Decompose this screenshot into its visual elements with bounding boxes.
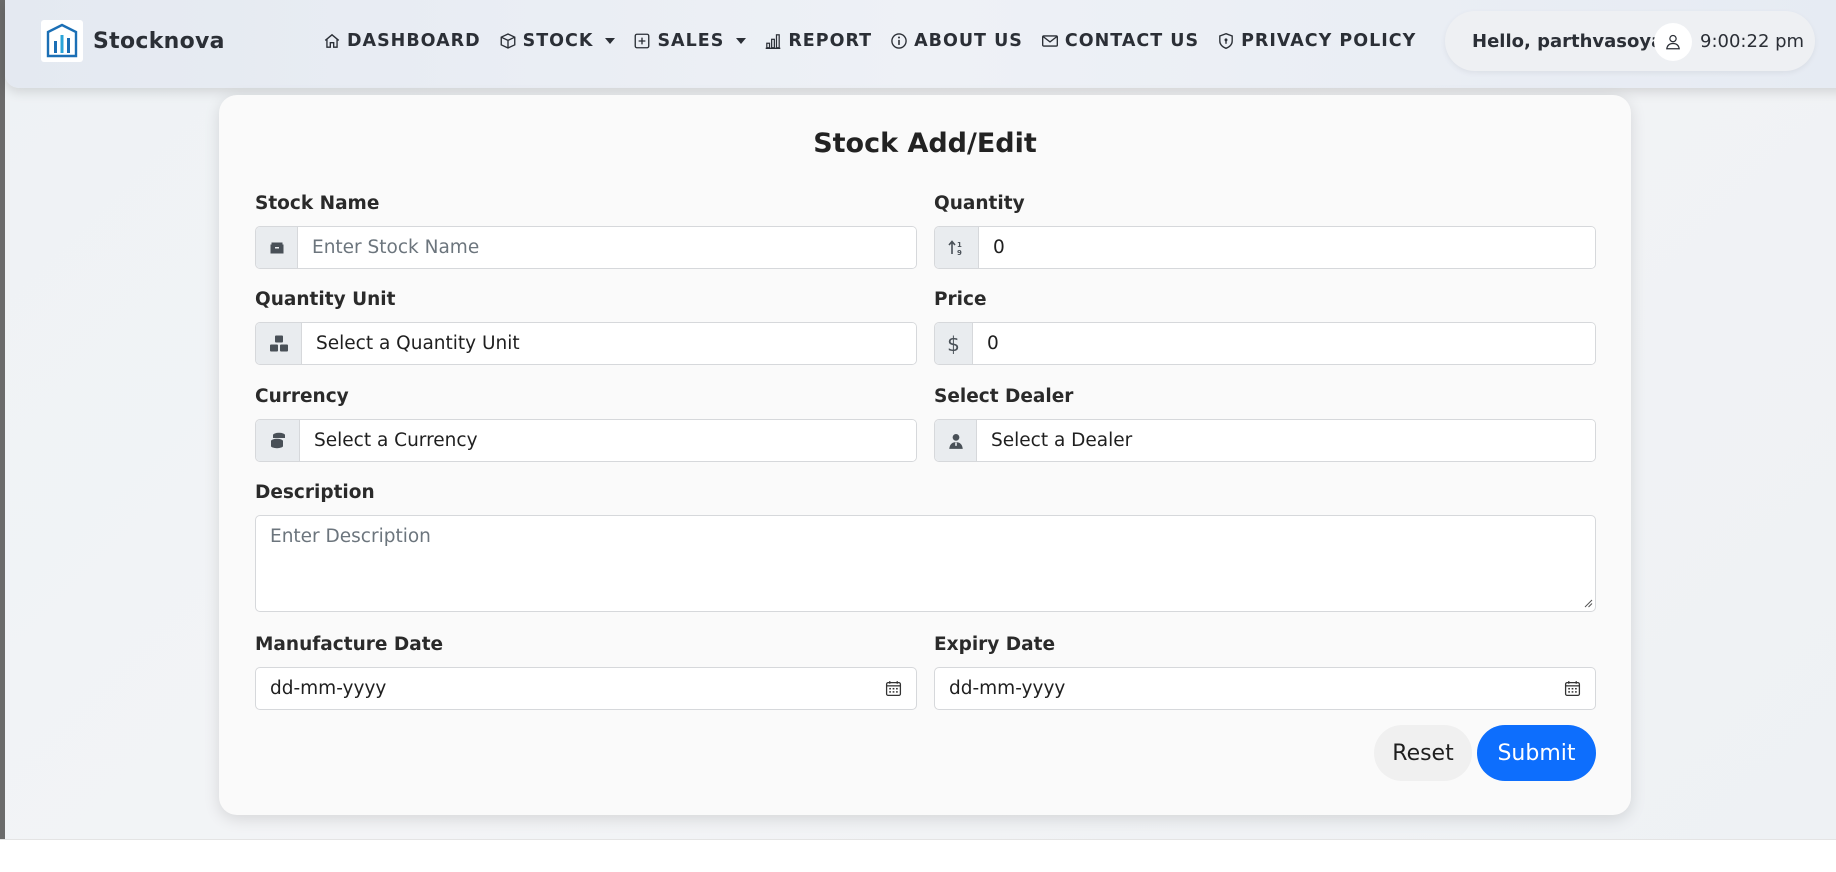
description-textarea[interactable]	[255, 515, 1596, 612]
price-label: Price	[934, 289, 987, 310]
quantity-label: Quantity	[934, 193, 1025, 214]
stock-name-group	[255, 226, 917, 269]
nav-contact-us-label: CONTACT US	[1064, 31, 1200, 51]
currency-select[interactable]: Select a Currency	[300, 420, 916, 461]
nav-stock-label: STOCK	[522, 31, 594, 51]
clock: 9:00:22 pm	[1700, 30, 1805, 52]
user-avatar-button[interactable]	[1654, 23, 1692, 61]
dealer-label: Select Dealer	[934, 386, 1074, 407]
footer-band	[0, 839, 1836, 872]
info-circle-icon	[891, 33, 907, 49]
expiry-date-label: Expiry Date	[934, 634, 1056, 655]
manufacture-date-value: dd-mm-yyyy	[270, 678, 387, 699]
nav-stock[interactable]: STOCK	[499, 31, 616, 51]
top-navbar: Stocknova DASHBOARD STOCK SALES REPORT A…	[5, 0, 1836, 88]
quantity-unit-label: Quantity Unit	[255, 289, 396, 310]
calendar-icon[interactable]	[885, 680, 902, 697]
shield-icon	[1219, 32, 1233, 50]
bar-chart-icon	[766, 34, 781, 49]
quantity-group: 19 0	[934, 226, 1596, 269]
nav-links: DASHBOARD STOCK SALES REPORT ABOUT US CO…	[323, 26, 1416, 56]
nav-about-us-label: ABOUT US	[914, 31, 1023, 51]
description-label: Description	[255, 482, 375, 503]
sort-numeric-icon: 19	[935, 227, 979, 268]
box-icon	[256, 227, 298, 268]
expiry-date-value: dd-mm-yyyy	[949, 678, 1066, 699]
price-input[interactable]: 0	[973, 323, 1595, 364]
nav-privacy-policy[interactable]: PRIVACY POLICY	[1217, 31, 1416, 51]
svg-text:1: 1	[957, 241, 962, 249]
envelope-icon	[1041, 35, 1058, 47]
coins-icon	[256, 420, 300, 461]
dealer-group: Select a Dealer	[934, 419, 1596, 462]
quantity-unit-group: Select a Quantity Unit	[255, 322, 917, 365]
stock-name-input[interactable]	[298, 227, 916, 268]
quantity-input[interactable]: 0	[979, 227, 1595, 268]
person-icon	[1666, 34, 1680, 50]
nav-privacy-policy-label: PRIVACY POLICY	[1241, 31, 1417, 51]
quantity-unit-select[interactable]: Select a Quantity Unit	[302, 323, 916, 364]
nav-report-label: REPORT	[788, 31, 873, 51]
plus-square-icon	[635, 33, 650, 49]
boxes-icon	[256, 323, 302, 364]
submit-button[interactable]: Submit	[1477, 725, 1596, 781]
user-pill: Hello, parthvasoya 9:00:22 pm	[1445, 11, 1815, 71]
manufacture-date-input[interactable]: dd-mm-yyyy	[255, 667, 917, 710]
calendar-icon[interactable]	[1564, 680, 1581, 697]
building-chart-logo	[41, 20, 83, 62]
box-icon	[500, 33, 516, 49]
chevron-down-icon	[736, 38, 747, 44]
resize-grip-icon[interactable]	[1583, 598, 1593, 608]
dealer-select[interactable]: Select a Dealer	[977, 420, 1595, 461]
manufacture-date-label: Manufacture Date	[255, 634, 444, 655]
nav-report[interactable]: REPORT	[764, 31, 872, 51]
brand[interactable]: Stocknova	[41, 20, 225, 62]
page-title: Stock Add/Edit	[813, 128, 1037, 159]
nav-contact-us[interactable]: CONTACT US	[1041, 31, 1199, 51]
nav-dashboard[interactable]: DASHBOARD	[323, 31, 481, 51]
reset-button[interactable]: Reset	[1374, 725, 1472, 781]
currency-label: Currency	[255, 386, 349, 407]
currency-group: Select a Currency	[255, 419, 917, 462]
nav-sales[interactable]: SALES	[633, 31, 747, 51]
dollar-icon: $	[935, 323, 973, 364]
user-greeting: Hello, parthvasoya	[1472, 30, 1664, 52]
person-badge-icon	[935, 420, 977, 461]
svg-text:9: 9	[957, 249, 962, 257]
chevron-down-icon	[605, 38, 616, 44]
expiry-date-input[interactable]: dd-mm-yyyy	[934, 667, 1596, 710]
price-group: $ 0	[934, 322, 1596, 365]
home-icon	[324, 33, 340, 48]
nav-about-us[interactable]: ABOUT US	[890, 31, 1023, 51]
nav-sales-label: SALES	[657, 31, 725, 51]
brand-name: Stocknova	[93, 28, 225, 54]
stock-name-label: Stock Name	[255, 193, 380, 214]
nav-dashboard-label: DASHBOARD	[347, 31, 481, 51]
